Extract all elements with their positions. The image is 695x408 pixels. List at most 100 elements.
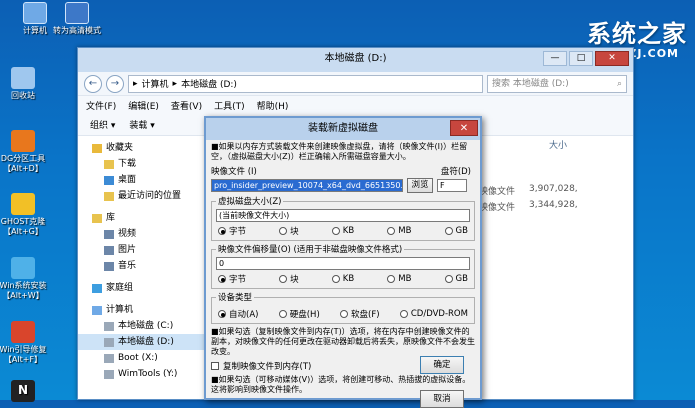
organize-button[interactable]: 组织 ▾ (90, 118, 115, 131)
menu-bar: 文件(F) 编辑(E) 查看(V) 工具(T) 帮助(H) (78, 96, 633, 114)
ok-button[interactable]: 确定 (420, 356, 464, 374)
close-button[interactable]: ✕ (595, 51, 629, 66)
nav-item-label: 桌面 (118, 175, 137, 185)
nav-item[interactable]: 下载 (78, 156, 207, 172)
virtual-disk-size-group: 虚拟磁盘大小(Z) (当前映像文件大小) 字节 块 KB MB GB (211, 195, 475, 241)
radio-button[interactable] (331, 227, 340, 235)
radio-button[interactable] (399, 310, 408, 318)
drive-letter-label: 盘符(D) (440, 167, 471, 177)
desktop-icon-hd-mode[interactable]: 转为高清模式 (42, 2, 112, 36)
radio-option[interactable]: 自动(A) (218, 308, 258, 320)
radio-option[interactable]: CD/DVD-ROM (399, 308, 468, 320)
nav-item-label: 本地磁盘 (D:) (118, 337, 174, 347)
radio-option[interactable]: GB (444, 225, 468, 237)
radio-button[interactable] (218, 275, 226, 283)
maximize-button[interactable]: □ (569, 51, 593, 66)
nav-item[interactable]: 库 (78, 210, 207, 226)
radio-option[interactable]: 块 (279, 225, 299, 237)
desktop-icon-ghost[interactable]: GHOST克隆 【Alt+G】 (0, 193, 58, 237)
radio-option[interactable]: MB (387, 273, 411, 285)
nav-item-label: 计算机 (106, 305, 134, 315)
forward-button[interactable]: → (106, 74, 124, 93)
nav-item[interactable]: 家庭组 (78, 280, 207, 296)
nav-item[interactable]: 桌面 (78, 172, 207, 188)
virtual-disk-size-legend: 虚拟磁盘大小(Z) (218, 197, 282, 207)
radio-option[interactable]: MB (387, 225, 411, 237)
desktop-icon-dg-partition[interactable]: DG分区工具 【Alt+D】 (0, 130, 58, 174)
nav-item[interactable]: Boot (X:) (78, 350, 207, 366)
menu-edit[interactable]: 编辑(E) (128, 99, 159, 112)
dialog-titlebar[interactable]: 装载新虚拟磁盘 ✕ (206, 118, 480, 140)
radio-option[interactable]: KB (331, 225, 354, 237)
radio-option[interactable]: 字节 (218, 225, 246, 237)
menu-file[interactable]: 文件(F) (86, 99, 116, 112)
menu-tools[interactable]: 工具(T) (214, 99, 245, 112)
desktop-icon-recycle-bin[interactable]: 回收站 (0, 67, 58, 101)
file-type-cell: 映像文件 (479, 203, 516, 213)
picture-icon (104, 245, 114, 255)
radio-button[interactable] (444, 275, 453, 283)
radio-button[interactable] (279, 275, 288, 283)
nav-item-label: 库 (106, 213, 116, 223)
offset-unit-radios: 字节 块 KB MB GB (216, 270, 470, 285)
nav-item[interactable]: 本地磁盘 (D:) (78, 334, 207, 350)
search-icon: ⌕ (616, 78, 622, 89)
nav-item-label: 音乐 (118, 261, 137, 271)
nav-item[interactable]: 最近访问的位置 (78, 188, 207, 204)
radio-button[interactable] (387, 275, 396, 283)
explorer-titlebar[interactable]: 本地磁盘 (D:) — □ ✕ (78, 48, 633, 72)
nav-item[interactable]: 图片 (78, 242, 207, 258)
search-input[interactable]: 搜索 本地磁盘 (D:) ⌕ (487, 74, 627, 93)
radio-button[interactable] (331, 275, 340, 283)
back-button[interactable]: ← (84, 74, 102, 93)
radio-label: 软盘(F) (351, 310, 380, 320)
mount-button[interactable]: 装载 ▾ (129, 118, 154, 131)
virtual-disk-size-input[interactable]: (当前映像文件大小) (216, 209, 470, 222)
image-file-input[interactable]: pro_insider_preview_10074_x64_dvd_665135… (211, 179, 403, 192)
menu-view[interactable]: 查看(V) (171, 99, 202, 112)
nav-item[interactable]: 音乐 (78, 258, 207, 274)
drive-icon (104, 353, 114, 363)
radio-option[interactable]: 硬盘(H) (278, 308, 320, 320)
cancel-button[interactable]: 取消 (420, 390, 464, 408)
device-type-radios: 自动(A) 硬盘(H) 软盘(F) CD/DVD-ROM (216, 305, 470, 320)
nav-item[interactable]: 视频 (78, 226, 207, 242)
radio-option[interactable]: KB (331, 273, 354, 285)
nav-item[interactable]: WimTools (Y:) (78, 366, 207, 382)
copy-to-memory-checkbox[interactable] (211, 362, 219, 370)
breadcrumb-drive-d[interactable]: 本地磁盘 (D:) (181, 77, 237, 90)
radio-option[interactable]: 块 (279, 273, 299, 285)
desktop-icon-shortcut: 【Alt+D】 (3, 164, 43, 173)
desktop-icon-n[interactable]: N (0, 380, 58, 404)
radio-option[interactable]: GB (444, 273, 468, 285)
address-bar[interactable]: ▸ 计算机 ▸ 本地磁盘 (D:) (128, 74, 483, 93)
desktop-icon-label: 回收站 (11, 91, 35, 100)
dialog-close-button[interactable]: ✕ (450, 120, 478, 136)
menu-help[interactable]: 帮助(H) (257, 99, 289, 112)
breadcrumb-computer[interactable]: 计算机 (142, 77, 169, 90)
folder-icon (104, 159, 114, 169)
radio-button[interactable] (387, 227, 396, 235)
drive-letter-input[interactable]: F (437, 179, 467, 192)
radio-button[interactable] (218, 310, 226, 318)
radio-button[interactable] (279, 227, 288, 235)
radio-button[interactable] (444, 227, 453, 235)
radio-option[interactable]: 字节 (218, 273, 246, 285)
file-size-cell: 3,907,028, (529, 184, 578, 194)
desktop-icon-win-install[interactable]: Win系统安装 【Alt+W】 (0, 257, 58, 301)
nav-item[interactable]: 收藏夹 (78, 140, 207, 156)
radio-button[interactable] (278, 310, 287, 318)
nav-item[interactable]: 本地磁盘 (C:) (78, 318, 207, 334)
offset-input[interactable]: 0 (216, 257, 470, 270)
desktop-icon-label: Win系统安装 (0, 281, 47, 290)
browse-button[interactable]: 浏览 (407, 178, 433, 193)
minimize-button[interactable]: — (543, 51, 567, 66)
column-header-size[interactable]: 大小 (549, 138, 567, 151)
radio-option[interactable]: 软盘(F) (340, 308, 380, 320)
desktop-icon-boot-repair[interactable]: Win引导修复 【Alt+F】 (0, 321, 58, 365)
music-icon (104, 261, 114, 271)
radio-label: MB (398, 274, 412, 284)
nav-item[interactable]: 计算机 (78, 302, 207, 318)
radio-button[interactable] (218, 227, 226, 235)
radio-button[interactable] (340, 310, 349, 318)
